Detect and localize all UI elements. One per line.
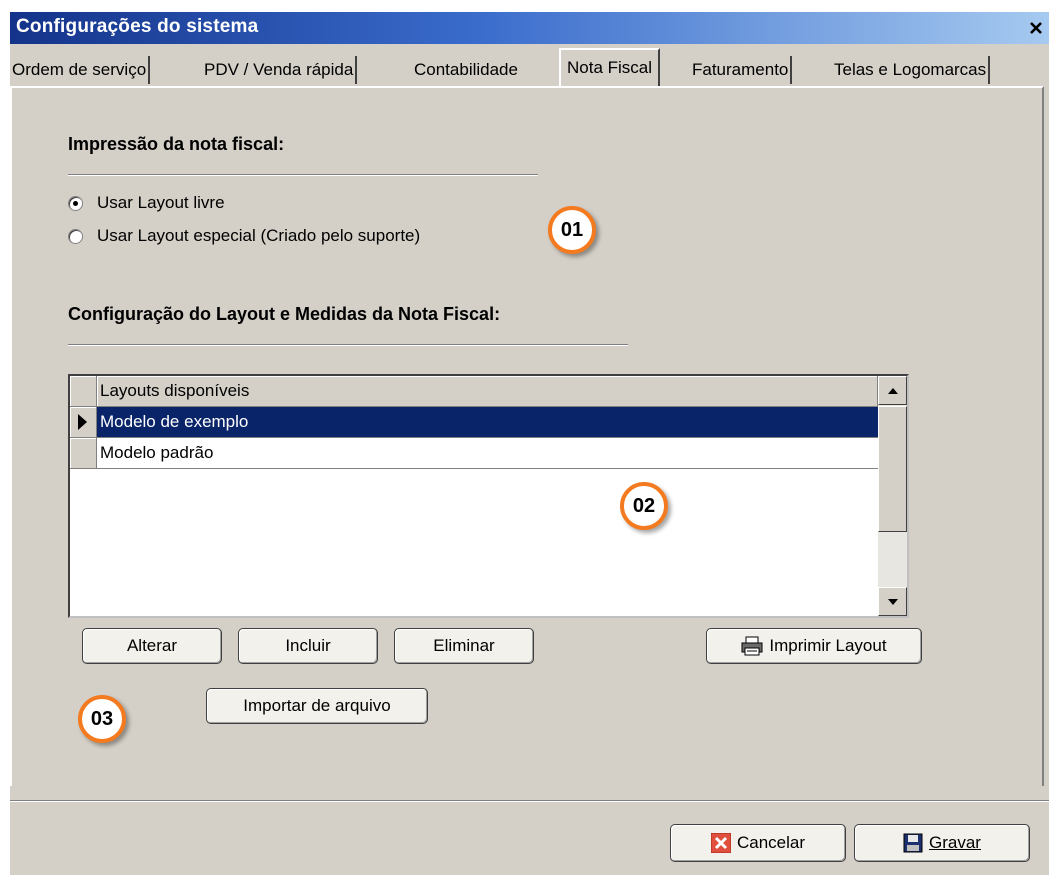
callout-badge-02: 02: [620, 482, 668, 530]
gravar-button[interactable]: Gravar: [854, 824, 1030, 862]
radio-label: Usar Layout especial (Criado pelo suport…: [97, 226, 421, 245]
radio-layout-livre[interactable]: Usar Layout livre: [68, 193, 225, 213]
arrow-up-icon: [887, 387, 898, 394]
imprimir-layout-label: Imprimir Layout: [769, 636, 887, 655]
grid-header-row: Layouts disponíveis: [70, 376, 878, 408]
alterar-button[interactable]: Alterar: [82, 628, 222, 664]
save-icon: [903, 833, 923, 853]
tab-ordem-de-servico[interactable]: Ordem de serviço: [10, 56, 151, 84]
column-header-layouts[interactable]: Layouts disponíveis: [97, 376, 878, 407]
radio-button[interactable]: [68, 228, 83, 244]
print-section-divider: [68, 174, 538, 176]
gravar-label: Gravar: [929, 833, 981, 852]
window-title: Configurações do sistema: [16, 16, 259, 37]
tab-nota-fiscal[interactable]: Nota Fiscal: [559, 48, 661, 88]
callout-badge-01: 01: [548, 206, 596, 254]
printer-icon: [741, 636, 763, 656]
close-icon: [1030, 22, 1042, 34]
footer-divider: [10, 800, 1049, 802]
table-row[interactable]: Modelo padrão: [70, 438, 878, 470]
callout-badge-03: 03: [78, 695, 126, 743]
cancel-icon: [710, 833, 731, 853]
tab-faturamento[interactable]: Faturamento: [690, 56, 793, 84]
tab-strip: Ordem de serviço PDV / Venda rápida Cont…: [10, 46, 1049, 88]
layouts-grid[interactable]: Layouts disponíveis Modelo de exemplo Mo…: [68, 374, 909, 618]
title-bar[interactable]: Configurações do sistema: [10, 12, 1049, 44]
radio-layout-especial[interactable]: Usar Layout especial (Criado pelo suport…: [68, 226, 420, 246]
radio-label: Usar Layout livre: [97, 193, 225, 212]
cancelar-label: Cancelar: [736, 833, 806, 852]
tab-contabilidade[interactable]: Contabilidade: [412, 56, 520, 84]
incluir-button[interactable]: Incluir: [238, 628, 378, 664]
imprimir-layout-button[interactable]: Imprimir Layout: [706, 628, 922, 664]
tab-telas-e-logomarcas[interactable]: Telas e Logomarcas: [832, 56, 991, 84]
row-pointer-icon: [78, 414, 87, 430]
print-section-heading: Impressão da nota fiscal:: [68, 134, 285, 154]
layout-name-cell[interactable]: Modelo de exemplo: [97, 407, 878, 438]
tab-pdv-venda-rapida[interactable]: PDV / Venda rápida: [202, 56, 358, 84]
layout-section-heading: Configuração do Layout e Medidas da Nota…: [68, 304, 501, 324]
eliminar-button[interactable]: Eliminar: [394, 628, 534, 664]
importar-arquivo-button[interactable]: Importar de arquivo: [206, 688, 428, 724]
row-indicator: [70, 407, 97, 438]
grid-scrollbar[interactable]: [878, 376, 907, 616]
row-indicator: [70, 438, 97, 469]
close-button[interactable]: [1025, 18, 1047, 38]
radio-button[interactable]: [68, 195, 83, 211]
row-indicator: [70, 376, 97, 407]
layout-name-cell[interactable]: Modelo padrão: [97, 438, 878, 469]
layout-section-divider: [68, 344, 628, 346]
scroll-up-button[interactable]: [878, 376, 907, 405]
scroll-down-button[interactable]: [878, 587, 907, 616]
table-row[interactable]: Modelo de exemplo: [70, 407, 878, 439]
settings-dialog: Configurações do sistema Ordem de serviç…: [8, 12, 1049, 875]
cancelar-button[interactable]: Cancelar: [670, 824, 846, 862]
scroll-thumb[interactable]: [878, 406, 907, 532]
arrow-down-icon: [887, 598, 898, 605]
